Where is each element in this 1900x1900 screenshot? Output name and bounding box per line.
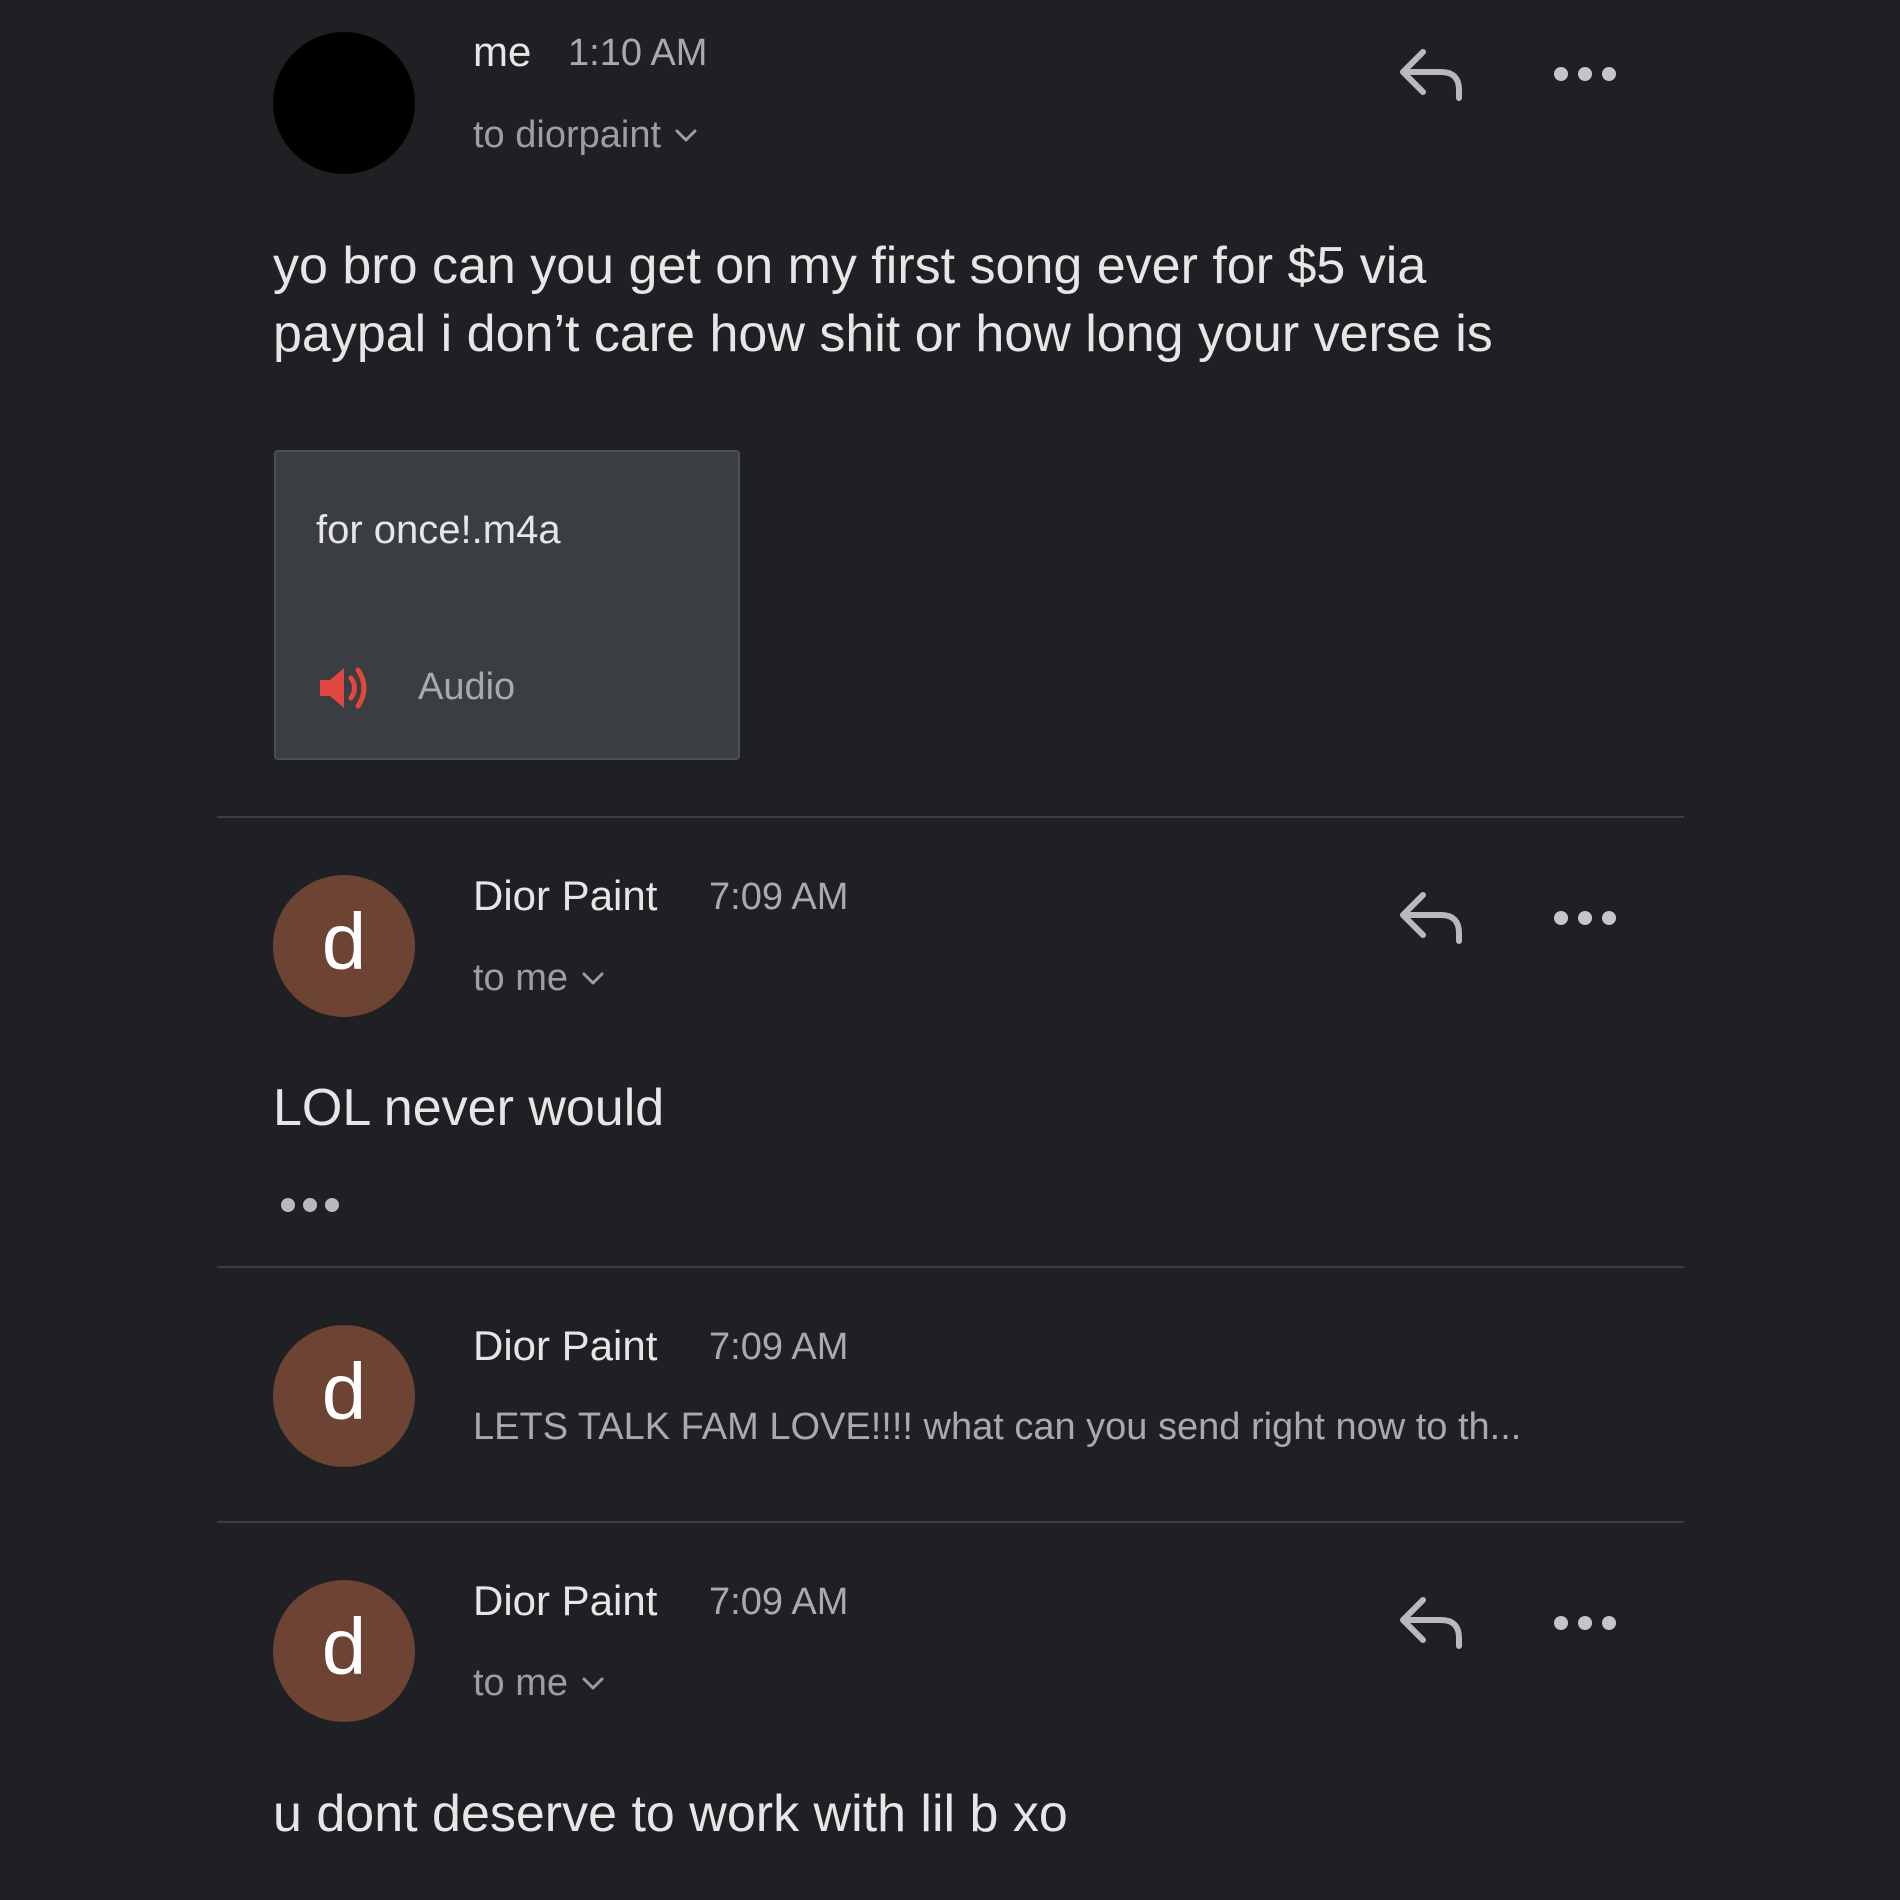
chevron-down-icon bbox=[675, 129, 697, 141]
sender-name: me bbox=[473, 28, 532, 75]
more-horizontal-icon[interactable] bbox=[1553, 906, 1617, 930]
speaker-icon bbox=[320, 667, 367, 709]
avatar-letter: d bbox=[321, 897, 367, 986]
sender-name: Dior Paint bbox=[473, 1322, 658, 1369]
recipient-toggle[interactable]: to me bbox=[473, 1662, 604, 1705]
chevron-down-icon bbox=[582, 972, 604, 984]
more-horizontal-icon[interactable] bbox=[1553, 1611, 1617, 1635]
sender-name: Dior Paint bbox=[473, 1577, 658, 1624]
avatar[interactable]: d bbox=[273, 1580, 415, 1722]
reply-icon[interactable] bbox=[1395, 44, 1467, 104]
message-time: 7:09 AM bbox=[709, 1581, 849, 1623]
avatar[interactable]: d bbox=[273, 875, 415, 1017]
recipient-label: to diorpaint bbox=[473, 114, 662, 156]
more-horizontal-icon[interactable] bbox=[1553, 62, 1617, 86]
message-body-line: yo bro can you get on my first song ever… bbox=[273, 237, 1427, 295]
reply-icon[interactable] bbox=[1395, 887, 1467, 947]
message-time: 1:10 AM bbox=[568, 32, 708, 74]
divider bbox=[217, 816, 1684, 818]
audio-attachment[interactable]: for once!.m4a Audio bbox=[274, 450, 740, 760]
sender-name: Dior Paint bbox=[473, 872, 658, 919]
message-time: 7:09 AM bbox=[709, 876, 849, 918]
avatar-letter: d bbox=[321, 1347, 367, 1436]
avatar[interactable]: d bbox=[273, 1325, 415, 1467]
message-time: 7:09 AM bbox=[709, 1326, 849, 1368]
message-snippet: LETS TALK FAM LOVE!!!! what can you send… bbox=[473, 1406, 1522, 1448]
message-body-line: paypal i don’t care how shit or how long… bbox=[273, 305, 1493, 363]
recipient-toggle[interactable]: to me bbox=[473, 957, 604, 1000]
chevron-down-icon bbox=[582, 1677, 604, 1689]
message-body: LOL never would bbox=[273, 1079, 665, 1137]
reply-icon[interactable] bbox=[1395, 1592, 1467, 1652]
divider bbox=[217, 1521, 1684, 1523]
recipient-label: to me bbox=[473, 957, 569, 999]
message-body: yo bro can you get on my first song ever… bbox=[273, 232, 1493, 368]
avatar[interactable] bbox=[273, 32, 415, 174]
divider bbox=[217, 1266, 1684, 1268]
show-trimmed-content-icon[interactable] bbox=[279, 1194, 341, 1216]
message-body: u dont deserve to work with lil b xo bbox=[273, 1785, 1068, 1843]
recipient-toggle[interactable]: to diorpaint bbox=[473, 114, 697, 157]
avatar-letter: d bbox=[321, 1602, 367, 1691]
recipient-label: to me bbox=[473, 1662, 569, 1704]
attachment-filename: for once!.m4a bbox=[316, 508, 561, 552]
attachment-type: Audio bbox=[418, 666, 516, 708]
